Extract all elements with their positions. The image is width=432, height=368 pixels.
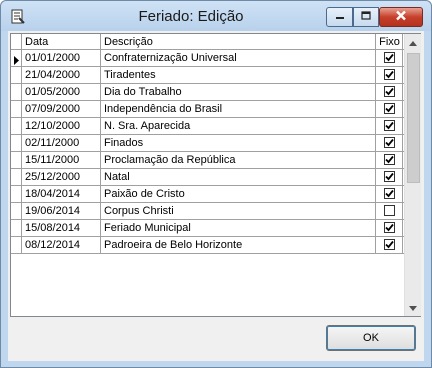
cell-descricao[interactable]: Tiradentes [101,67,376,83]
cell-data[interactable]: 19/06/2014 [22,203,101,219]
cell-data[interactable]: 01/01/2000 [22,50,101,66]
table-row[interactable]: 21/04/2000 Tiradentes [11,67,404,84]
table-row[interactable]: 19/06/2014 Corpus Christi [11,203,404,220]
row-indicator-cell[interactable] [11,152,22,168]
cell-descricao[interactable]: Finados [101,135,376,151]
cell-fixo [376,84,403,100]
fixo-checkbox-checked[interactable] [384,137,395,148]
title-bar[interactable]: Feriado: Edição [1,1,431,31]
cell-fixo [376,220,403,236]
column-header-descricao[interactable]: Descrição [101,34,376,49]
fixo-checkbox-checked[interactable] [384,52,395,63]
table-row[interactable]: 02/11/2000 Finados [11,135,404,152]
cell-descricao[interactable]: Proclamação da República [101,152,376,168]
row-indicator-icon [14,54,19,66]
cell-data[interactable]: 02/11/2000 [22,135,101,151]
cell-descricao[interactable]: Corpus Christi [101,203,376,219]
row-indicator-cell[interactable] [11,50,22,66]
maximize-icon [361,11,371,23]
column-header-data[interactable]: Data [22,34,101,49]
cell-data[interactable]: 15/08/2014 [22,220,101,236]
cell-fixo [376,237,403,253]
grid-rows: 01/01/2000 Confraternização Universal 21/0… [11,50,404,254]
scroll-down-icon [409,302,417,314]
fixo-checkbox-checked[interactable] [384,120,395,131]
fixo-checkbox-checked[interactable] [384,188,395,199]
holidays-grid[interactable]: Data Descrição Fixo 01/01/2000 Confratern… [10,33,421,317]
cell-fixo [376,169,403,185]
row-indicator-cell[interactable] [11,101,22,117]
row-indicator-cell[interactable] [11,118,22,134]
row-indicator-cell[interactable] [11,84,22,100]
fixo-checkbox-checked[interactable] [384,171,395,182]
table-row[interactable]: 12/10/2000 N. Sra. Aparecida [11,118,404,135]
row-indicator-cell[interactable] [11,186,22,202]
cell-fixo [376,135,403,151]
cell-descricao[interactable]: Dia do Trabalho [101,84,376,100]
cell-descricao[interactable]: Natal [101,169,376,185]
row-indicator-cell[interactable] [11,220,22,236]
fixo-checkbox-checked[interactable] [384,86,395,97]
cell-data[interactable]: 15/11/2000 [22,152,101,168]
table-row[interactable]: 01/05/2000 Dia do Trabalho [11,84,404,101]
table-row[interactable]: 15/08/2014 Feriado Municipal [11,220,404,237]
row-indicator-cell[interactable] [11,67,22,83]
cell-descricao[interactable]: Independência do Brasil [101,101,376,117]
close-icon [395,10,407,24]
cell-descricao[interactable]: Paixão de Cristo [101,186,376,202]
scrollbar-thumb[interactable] [407,53,420,183]
cell-data[interactable]: 01/05/2000 [22,84,101,100]
fixo-checkbox-checked[interactable] [384,222,395,233]
table-row[interactable]: 18/04/2014 Paixão de Cristo [11,186,404,203]
dialog-window: Feriado: Edição Data Descrição Fixo 01/0… [0,0,432,368]
row-indicator-cell[interactable] [11,169,22,185]
table-row[interactable]: 15/11/2000 Proclamação da República [11,152,404,169]
cell-fixo [376,152,403,168]
row-indicator-cell[interactable] [11,135,22,151]
window-title: Feriado: Edição [138,8,244,25]
fixo-checkbox-checked[interactable] [384,69,395,80]
row-indicator-cell[interactable] [11,203,22,219]
table-row[interactable]: 07/09/2000 Independência do Brasil [11,101,404,118]
close-button[interactable] [379,7,423,27]
fixo-checkbox-checked[interactable] [384,239,395,250]
scroll-up-icon [409,37,417,49]
cell-descricao[interactable]: Confraternização Universal [101,50,376,66]
cell-descricao[interactable]: Padroeira de Belo Horizonte [101,237,376,253]
cell-descricao[interactable]: Feriado Municipal [101,220,376,236]
ok-button[interactable]: OK [326,325,416,351]
cell-data[interactable]: 21/04/2000 [22,67,101,83]
minimize-button[interactable] [326,7,353,27]
scroll-up-button[interactable] [405,34,421,51]
table-row[interactable]: 01/01/2000 Confraternização Universal [11,50,404,67]
table-row[interactable]: 08/12/2014 Padroeira de Belo Horizonte [11,237,404,254]
dialog-client-area: Data Descrição Fixo 01/01/2000 Confratern… [8,31,424,361]
cell-data[interactable]: 25/12/2000 [22,169,101,185]
cell-data[interactable]: 18/04/2014 [22,186,101,202]
cell-fixo [376,50,403,66]
cell-descricao[interactable]: N. Sra. Aparecida [101,118,376,134]
cell-fixo [376,203,403,219]
cell-fixo [376,186,403,202]
cell-fixo [376,67,403,83]
cell-data[interactable]: 07/09/2000 [22,101,101,117]
column-header-fixo[interactable]: Fixo [376,34,403,49]
minimize-icon [335,11,345,23]
cell-fixo [376,101,403,117]
cell-fixo [376,118,403,134]
maximize-button[interactable] [353,7,379,27]
table-row[interactable]: 25/12/2000 Natal [11,169,404,186]
row-indicator-cell[interactable] [11,237,22,253]
cell-data[interactable]: 08/12/2014 [22,237,101,253]
header-indicator-cell [11,34,22,49]
vertical-scrollbar[interactable] [404,34,421,316]
fixo-checkbox-checked[interactable] [384,154,395,165]
fixo-checkbox-unchecked[interactable] [384,205,395,216]
fixo-checkbox-checked[interactable] [384,103,395,114]
grid-header: Data Descrição Fixo [11,34,404,50]
cell-data[interactable]: 12/10/2000 [22,118,101,134]
scroll-down-button[interactable] [405,299,421,316]
